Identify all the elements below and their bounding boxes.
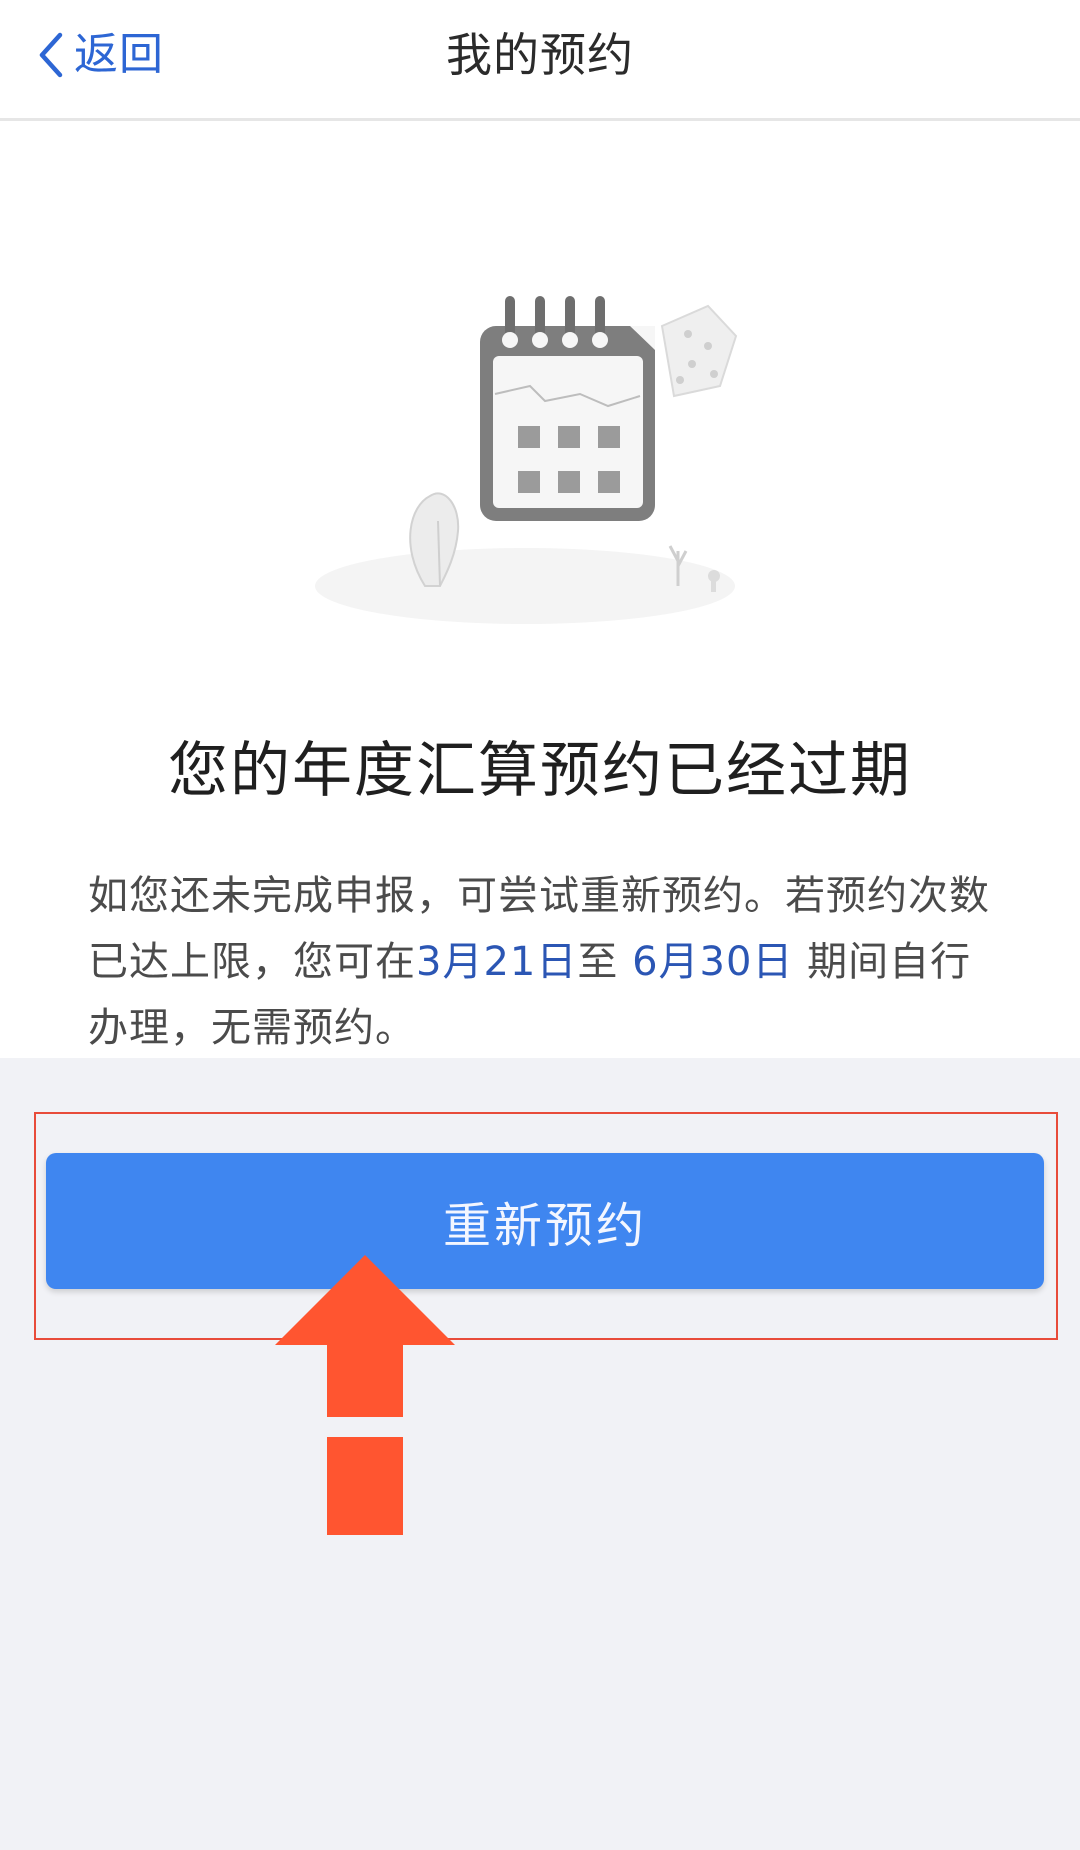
date-end: 6月30日: [632, 939, 794, 985]
calendar-icon: [290, 246, 790, 636]
rebook-button-label: 重新预约: [442, 1200, 647, 1253]
status-description: 如您还未完成申报，可尝试重新预约。若预约次数已达上限，您可在3月21日至 6月3…: [88, 863, 1008, 1061]
status-headline: 您的年度汇算预约已经过期: [168, 736, 912, 806]
date-start: 3月21日: [416, 939, 578, 985]
nav-bar: 返回 我的预约: [0, 0, 1080, 121]
arrow-up-icon: [275, 1255, 455, 1535]
desc-connector: 至: [577, 939, 619, 985]
page-title: 我的预约: [446, 28, 634, 82]
rebook-button[interactable]: 重新预约: [46, 1153, 1044, 1289]
content-area: 您的年度汇算预约已经过期 如您还未完成申报，可尝试重新预约。若预约次数已达上限，…: [0, 121, 1080, 1058]
